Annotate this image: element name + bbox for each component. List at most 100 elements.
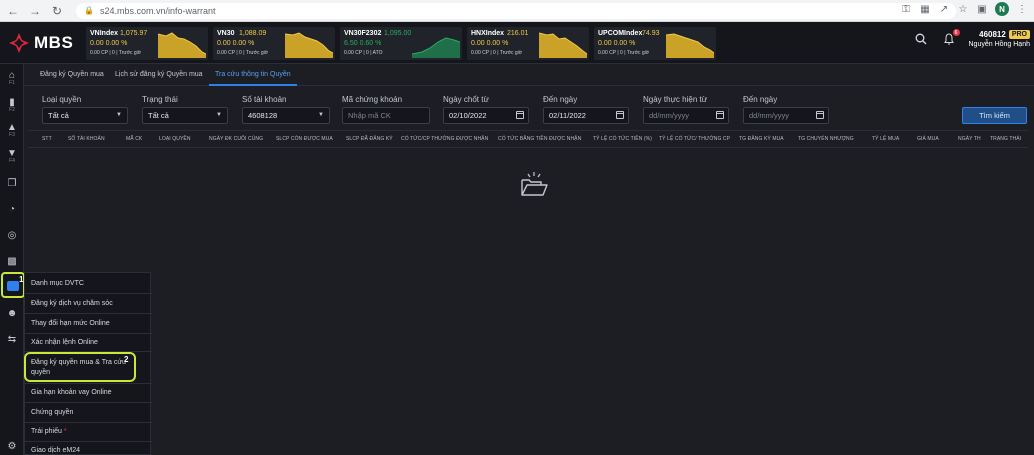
bell-icon[interactable]: 6 xyxy=(941,29,960,47)
filter-label-loai-quyen: Loại quyền xyxy=(42,95,82,104)
column-header[interactable]: SỐ TÀI KHOẢN xyxy=(68,136,105,142)
column-header[interactable]: LOẠI QUYỀN xyxy=(159,136,191,142)
column-header[interactable]: CỔ TỨC BẰNG TIỀN ĐƯỢC NHẬN xyxy=(498,136,581,142)
search-button[interactable]: Tìm kiếm xyxy=(962,107,1027,124)
filter-label-trang-thai: Trạng thái xyxy=(142,95,178,104)
den-ngay-input[interactable]: 02/11/2022 xyxy=(543,107,629,124)
menu-item-trai-phieu[interactable]: Trái phiếu * xyxy=(31,428,67,435)
trang-thai-select[interactable]: Tất cả ▼ xyxy=(142,107,228,124)
calendar-icon[interactable] xyxy=(716,111,724,119)
column-header[interactable]: TG ĐĂNG KÝ MUA xyxy=(739,136,784,142)
account-info[interactable]: 460812 PRO Nguyễn Hồng Hạnh xyxy=(969,30,1030,48)
menu-item-gia-han-khoan-vay[interactable]: Gia hạn khoản vay Online xyxy=(31,389,112,396)
ticker-value: 216.01 xyxy=(507,30,529,37)
services-icon xyxy=(7,281,19,291)
ticker-value: 1,088.09 xyxy=(239,30,267,37)
column-header[interactable]: SLCP ĐÃ ĐĂNG KÝ xyxy=(346,136,393,142)
column-header[interactable]: TG CHUYỂN NHƯỢNG xyxy=(798,136,854,142)
column-header[interactable]: SLCP CÒN ĐƯỢC MUA xyxy=(276,136,333,142)
filter-label-den-ngay: Đến ngày xyxy=(543,95,578,104)
star-icon[interactable]: ☆ xyxy=(957,3,969,15)
menu-item-danh-muc-dvtc[interactable]: Danh mục DVTC xyxy=(31,280,84,287)
coins-icon[interactable]: ◎ xyxy=(5,228,19,242)
ticker-volume: 0.00 CP | 0 | Trước giờ xyxy=(598,50,650,56)
column-header[interactable]: NGÀY TH xyxy=(958,136,981,142)
tab-lich-su-dang-ky[interactable]: Lịch sử đăng ký Quyền mua xyxy=(109,64,209,86)
pie-chart-icon[interactable]: ◔ xyxy=(5,202,19,216)
den-ngay-value: 02/11/2022 xyxy=(549,111,586,120)
tab-tra-cuu-thong-tin-quyen[interactable]: Tra cứu thông tin Quyền xyxy=(209,64,297,86)
loai-quyen-select[interactable]: Tất cả ▼ xyxy=(42,107,128,124)
column-header[interactable]: TRẠNG THÁI xyxy=(990,136,1021,142)
ticker-vn30f2302[interactable]: VN30F2302 1,095.00 6.50 0.60 % 0.00 CP |… xyxy=(340,27,462,60)
column-header[interactable]: CỔ TỨC/CP THƯỞNG ĐƯỢC NHẬN xyxy=(401,136,488,142)
chevron-down-icon: ▼ xyxy=(116,112,122,118)
tab-dang-ky-quyen-mua[interactable]: Đăng ký Quyền mua xyxy=(34,64,110,86)
share-icon[interactable]: ↗ xyxy=(938,3,950,15)
chevron-down-icon: ▼ xyxy=(216,112,222,118)
profile-avatar[interactable]: N xyxy=(995,2,1009,16)
logo-text: MBS xyxy=(34,33,74,52)
services-menu-button[interactable]: 1 xyxy=(1,272,25,298)
wallet-icon[interactable]: ▩ xyxy=(5,254,19,268)
ticker-volume: 0.00 CP | 0 | Trước giờ xyxy=(471,50,523,56)
account-number: 460812 xyxy=(979,30,1006,39)
filter-label-ngay-thuc-hien-tu: Ngày thực hiện từ xyxy=(643,95,708,104)
back-icon[interactable]: ← xyxy=(4,2,22,20)
sidebar-toggle-icon[interactable]: ▣ xyxy=(976,3,988,15)
ticker-value: 1,075.97 xyxy=(120,30,148,37)
documents-icon[interactable]: ❐ xyxy=(5,176,19,190)
ticker-volume: 0.00 CP | 0 | Trước giờ xyxy=(90,50,142,56)
reload-icon[interactable]: ↻ xyxy=(48,2,66,20)
key-icon[interactable]: ⚿ xyxy=(900,3,912,15)
den-ngay-2-input[interactable]: dd/mm/yyyy xyxy=(743,107,829,124)
column-header[interactable]: MÃ CK xyxy=(126,136,142,142)
column-header[interactable]: GIÁ MUA xyxy=(917,136,939,142)
ngay-chot-tu-input[interactable]: 02/10/2022 xyxy=(443,107,529,124)
sidebar-shortcut-label: F4 xyxy=(9,158,15,164)
ticker-name: VN30F2302 xyxy=(344,30,382,37)
menu-item-xac-nhan-lenh[interactable]: Xác nhận lệnh Online xyxy=(31,339,98,346)
annotation-number-1: 1 xyxy=(19,275,24,284)
ticker-vnindex[interactable]: VNIndex 1,075.97 0.00 0.00 % 0.00 CP | 0… xyxy=(86,27,208,60)
annotation-number-2: 2 xyxy=(124,355,129,364)
logo[interactable]: MBS xyxy=(8,32,73,54)
search-icon[interactable] xyxy=(913,31,929,47)
column-header[interactable]: TỶ LỆ MUA xyxy=(872,136,899,142)
transfer-icon[interactable]: ⇆ xyxy=(5,332,19,346)
ticker-name: HNXIndex xyxy=(471,30,505,37)
calendar-icon[interactable] xyxy=(816,111,824,119)
address-bar[interactable]: 🔒 s24.mbs.com.vn/info-warrant xyxy=(76,2,956,19)
menu-divider xyxy=(25,402,152,403)
menu-divider xyxy=(25,422,152,423)
menu-item-dang-ky-dich-vu-cham-soc[interactable]: Đăng ký dịch vụ chăm sóc xyxy=(31,300,113,307)
column-header[interactable]: STT xyxy=(42,136,52,142)
translate-icon[interactable]: ▦ xyxy=(919,3,931,15)
menu-item-giao-dich-em24[interactable]: Giao dịch eM24 xyxy=(31,447,80,454)
so-tai-khoan-select[interactable]: 4608128 ▼ xyxy=(242,107,330,124)
menu-item-chung-quyen[interactable]: Chứng quyền xyxy=(31,409,73,416)
user-support-icon[interactable]: ☻ xyxy=(5,306,19,320)
calendar-icon[interactable] xyxy=(616,111,624,119)
ma-chung-khoan-input[interactable]: Nhập mã CK xyxy=(342,107,430,124)
ticker-vn30[interactable]: VN30 1,088.09 0.00 0.00 % 0.00 CP | 0 | … xyxy=(213,27,335,60)
ticker-volume: 0.00 CP | 0 | Trước giờ xyxy=(217,50,269,56)
calendar-icon[interactable] xyxy=(516,111,524,119)
column-header[interactable]: TỶ LỆ CỔ TỨC TIỀN (%) xyxy=(593,136,652,142)
table-header: STT SỐ TÀI KHOẢN MÃ CK LOẠI QUYỀN NGÀY Đ… xyxy=(28,130,1028,148)
loai-quyen-value: Tất cả xyxy=(48,111,69,120)
column-header[interactable]: TỶ LỆ CỔ TỨC/ THƯỞNG CP xyxy=(659,136,730,142)
ticker-upcomindex[interactable]: UPCOMIndex 74.93 0.00 0.00 % 0.00 CP | 0… xyxy=(594,27,716,60)
menu-dots-icon[interactable]: ⋮ xyxy=(1016,3,1028,15)
gear-icon[interactable]: ⚙ xyxy=(5,439,19,453)
menu-divider xyxy=(25,383,152,384)
ticker-change: 0.00 0.00 % xyxy=(217,40,255,47)
pro-badge: PRO xyxy=(1008,30,1030,39)
forward-icon[interactable]: → xyxy=(26,2,44,20)
menu-item-thay-doi-han-muc[interactable]: Thay đổi hạn mức Online xyxy=(31,320,110,327)
ticker-hnxindex[interactable]: HNXIndex 216.01 0.00 0.00 % 0.00 CP | 0 … xyxy=(467,27,589,60)
column-header[interactable]: NGÀY ĐK CUỐI CÙNG xyxy=(209,136,263,142)
logo-mark-icon xyxy=(9,33,29,53)
ngay-thuc-hien-tu-input[interactable]: dd/mm/yyyy xyxy=(643,107,729,124)
filter-label-den-ngay-2: Đến ngày xyxy=(743,95,778,104)
